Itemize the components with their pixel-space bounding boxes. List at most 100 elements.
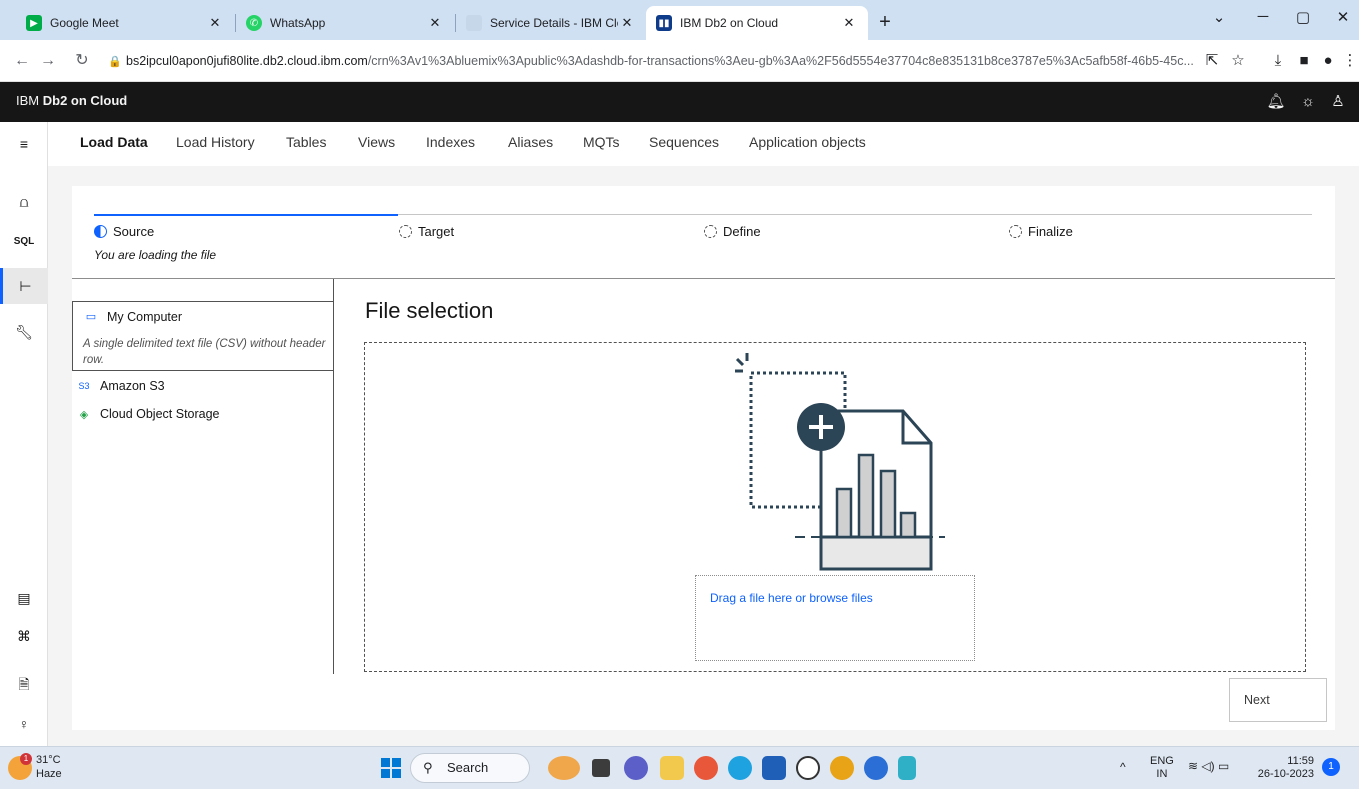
profile-avatar[interactable]: ●: [1316, 49, 1340, 73]
browse-files-link[interactable]: Drag a file here or browse files: [710, 591, 873, 605]
network-nodes-icon[interactable]: ⌘: [0, 618, 48, 654]
close-icon[interactable]: ✕: [618, 15, 636, 31]
browser-tab-whatsapp[interactable]: ✆ WhatsApp ✕: [236, 6, 454, 40]
step-incomplete-icon: [1009, 225, 1022, 238]
console-icon[interactable]: ▤: [0, 580, 48, 616]
data-tree-icon[interactable]: ⊢: [0, 268, 48, 304]
tab-aliases[interactable]: Aliases: [508, 134, 553, 150]
lightbulb-icon[interactable]: ♀: [0, 706, 48, 742]
clock-date: 26-10-2023: [1257, 768, 1314, 780]
taskbar-app-terminal-icon[interactable]: [592, 759, 610, 777]
source-amazon-s3[interactable]: S3 Amazon S3: [72, 375, 334, 397]
file-dropzone[interactable]: Drag a file here or browse files: [364, 342, 1306, 672]
reload-button[interactable]: ↻: [70, 49, 94, 73]
s3-icon: S3: [78, 381, 90, 391]
sql-icon[interactable]: SQL: [0, 224, 48, 260]
file-upload-illustration: [735, 353, 945, 571]
search-label: Search: [447, 760, 489, 775]
taskbar-app-store-icon[interactable]: [762, 756, 786, 780]
user-icon[interactable]: ♙: [1326, 90, 1350, 114]
tab-views[interactable]: Views: [358, 134, 395, 150]
progress-step-target[interactable]: Target: [399, 224, 454, 239]
tab-load-data[interactable]: Load Data: [80, 134, 148, 150]
file-selection-title: File selection: [365, 298, 494, 323]
source-label: My Computer: [107, 310, 183, 324]
close-icon[interactable]: ✕: [426, 15, 444, 31]
browse-files-area[interactable]: Drag a file here or browse files: [695, 575, 975, 661]
next-button[interactable]: Next: [1229, 678, 1327, 722]
tray-expand-icon[interactable]: ^: [1120, 761, 1126, 774]
wifi-volume-battery-icon[interactable]: ≋ ◁) ▭: [1188, 760, 1229, 773]
tab-search-icon[interactable]: ⌄: [1204, 8, 1234, 32]
progress-step-source[interactable]: Source: [94, 224, 154, 239]
close-window-button[interactable]: ✕: [1328, 8, 1358, 32]
tab-sequences[interactable]: Sequences: [649, 134, 719, 150]
weather-widget[interactable]: 31°C Haze: [36, 753, 62, 781]
language-indicator[interactable]: ENG IN: [1150, 755, 1174, 781]
search-icon: ⚲: [423, 760, 433, 775]
taskbar-app-chrome-icon[interactable]: [830, 756, 854, 780]
progress-line: [398, 214, 1312, 215]
tab-tables[interactable]: Tables: [286, 134, 326, 150]
taskbar: 1 31°C Haze ⚲ Search ^ ENG IN ≋ ◁) ▭ 11:…: [0, 746, 1359, 789]
sidepanel-icon[interactable]: ■: [1292, 49, 1316, 73]
step-label: Define: [723, 224, 761, 239]
brand-prefix: IBM: [16, 93, 40, 108]
close-icon[interactable]: ✕: [206, 15, 224, 31]
administration-wrench-icon[interactable]: 🔧︎: [0, 314, 48, 350]
download-icon[interactable]: ⤓: [1266, 49, 1290, 73]
star-icon[interactable]: ☆: [1226, 49, 1250, 73]
source-my-computer[interactable]: ▭ My Computer A single delimited text fi…: [72, 301, 334, 371]
taskbar-app-dell-icon[interactable]: [796, 756, 820, 780]
taskbar-app-explorer-icon[interactable]: [660, 756, 684, 780]
step-label: Target: [418, 224, 455, 239]
close-icon[interactable]: ✕: [840, 15, 858, 31]
minimize-button[interactable]: ─: [1248, 8, 1278, 32]
weather-temp: 31°C: [36, 754, 61, 766]
tab-mqts[interactable]: MQTs: [583, 134, 620, 150]
address-bar: ← → ↻ 🔒 bs2ipcul0apon0jufi80lite.db2.clou…: [0, 40, 1359, 82]
app-header: IBM Db2 on Cloud 🔔︎ ☼ ♙: [0, 82, 1359, 122]
weather-desc: Haze: [36, 768, 62, 780]
notification-count-badge[interactable]: 1: [1322, 758, 1340, 776]
monitor-icon: ▭: [85, 311, 97, 323]
taskbar-search[interactable]: ⚲ Search: [410, 753, 530, 783]
back-button[interactable]: ←: [10, 49, 34, 73]
whatsapp-icon: ✆: [246, 15, 262, 31]
monitor-chart-icon[interactable]: ⩍: [0, 184, 48, 220]
url-field[interactable]: 🔒 bs2ipcul0apon0jufi80lite.db2.cloud.ibm.…: [108, 50, 1198, 72]
notification-bell-icon[interactable]: 🔔︎: [1264, 90, 1288, 114]
progress-line-active: [94, 214, 398, 216]
taskbar-app-notepad-icon[interactable]: [898, 756, 916, 780]
left-rail: ≡ ⩍ SQL ⊢ 🔧︎ ▤ ⌘ 🗎︎ ♀: [0, 122, 48, 746]
clock[interactable]: 11:59 26-10-2023: [1254, 755, 1314, 781]
document-icon[interactable]: 🗎︎: [0, 666, 48, 702]
forward-button[interactable]: →: [36, 49, 60, 73]
restore-button[interactable]: ▢: [1288, 8, 1318, 32]
source-label: Amazon S3: [100, 379, 165, 393]
windows-start-icon[interactable]: [381, 758, 401, 778]
taskbar-app-chrome-profile-icon[interactable]: [864, 756, 888, 780]
tab-indexes[interactable]: Indexes: [426, 134, 475, 150]
google-meet-icon: ▶: [26, 15, 42, 31]
taskbar-app-people-icon[interactable]: [548, 756, 580, 780]
browser-tab-db2[interactable]: ▮▮ IBM Db2 on Cloud ✕: [646, 6, 868, 40]
browser-tab-google-meet[interactable]: ▶ Google Meet ✕: [16, 6, 234, 40]
tab-load-history[interactable]: Load History: [176, 134, 255, 150]
tab-application-objects[interactable]: Application objects: [749, 134, 866, 150]
app-brand[interactable]: IBM Db2 on Cloud: [16, 93, 127, 108]
new-tab-button[interactable]: +: [872, 10, 898, 36]
taskbar-app-teams-icon[interactable]: [624, 756, 648, 780]
progress-step-define[interactable]: Define: [704, 224, 761, 239]
browser-tab-service-details[interactable]: Service Details - IBM Cloud ✕: [456, 6, 646, 40]
ibm-cloud-icon: [466, 15, 482, 31]
share-icon[interactable]: ⇱: [1200, 49, 1224, 73]
taskbar-app-edge-icon[interactable]: [728, 756, 752, 780]
taskbar-app-firefox-icon[interactable]: [694, 756, 718, 780]
browser-tab-bar: ▶ Google Meet ✕ ✆ WhatsApp ✕ Service Det…: [0, 0, 1359, 40]
theme-sun-icon[interactable]: ☼: [1296, 90, 1320, 114]
hamburger-menu-icon[interactable]: ≡: [0, 126, 48, 162]
progress-step-finalize[interactable]: Finalize: [1009, 224, 1073, 239]
menu-kebab-icon[interactable]: ⋮: [1338, 49, 1359, 73]
source-cloud-object-storage[interactable]: ◈ Cloud Object Storage: [72, 403, 334, 425]
